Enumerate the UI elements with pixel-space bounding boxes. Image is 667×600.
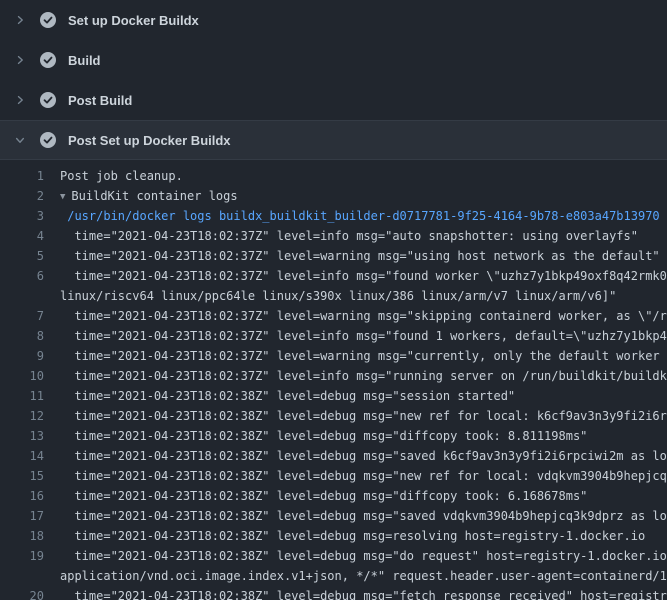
log-line: 20 time="2021-04-23T18:02:38Z" level=deb… (0, 586, 667, 600)
line-number[interactable]: 10 (16, 366, 44, 386)
line-number[interactable]: 5 (16, 246, 44, 266)
log-text: time="2021-04-23T18:02:38Z" level=debug … (60, 386, 515, 406)
line-number[interactable]: 12 (16, 406, 44, 426)
line-number[interactable]: 9 (16, 346, 44, 366)
log-line: 19 time="2021-04-23T18:02:38Z" level=deb… (0, 546, 667, 566)
line-number[interactable]: 1 (16, 166, 44, 186)
log-line: 18 time="2021-04-23T18:02:38Z" level=deb… (0, 526, 667, 546)
log-line: 2 ▼BuildKit container logs (0, 186, 667, 206)
log-line: 5 time="2021-04-23T18:02:37Z" level=warn… (0, 246, 667, 266)
line-number[interactable]: 4 (16, 226, 44, 246)
log-text: application/vnd.oci.image.index.v1+json,… (60, 566, 667, 586)
log-command-text: /usr/bin/docker logs buildx_buildkit_bui… (60, 206, 660, 226)
log-line: 6 time="2021-04-23T18:02:37Z" level=info… (0, 266, 667, 286)
check-circle-icon (40, 12, 56, 28)
log-line: 12 time="2021-04-23T18:02:38Z" level=deb… (0, 406, 667, 426)
log-line: 17 time="2021-04-23T18:02:38Z" level=deb… (0, 506, 667, 526)
log-line: 14 time="2021-04-23T18:02:38Z" level=deb… (0, 446, 667, 466)
log-line: 11 time="2021-04-23T18:02:38Z" level=deb… (0, 386, 667, 406)
line-number[interactable]: 16 (16, 486, 44, 506)
log-line: 9 time="2021-04-23T18:02:37Z" level=warn… (0, 346, 667, 366)
log-line: 16 time="2021-04-23T18:02:38Z" level=deb… (0, 486, 667, 506)
line-number[interactable]: 14 (16, 446, 44, 466)
log-text: ▼BuildKit container logs (60, 186, 238, 206)
line-number (16, 286, 44, 306)
step-title: Build (68, 53, 101, 68)
step-title: Set up Docker Buildx (68, 13, 199, 28)
log-text: time="2021-04-23T18:02:37Z" level=info m… (60, 326, 667, 346)
step-header-set-up-docker-buildx[interactable]: Set up Docker Buildx (0, 0, 667, 40)
chevron-right-icon (14, 94, 26, 106)
log-text: time="2021-04-23T18:02:37Z" level=warnin… (60, 346, 667, 366)
log-line: 4 time="2021-04-23T18:02:37Z" level=info… (0, 226, 667, 246)
steps-list: Set up Docker Buildx Build Post Build Po… (0, 0, 667, 160)
line-number[interactable]: 17 (16, 506, 44, 526)
log-text: time="2021-04-23T18:02:38Z" level=debug … (60, 406, 667, 426)
log-text: time="2021-04-23T18:02:38Z" level=debug … (60, 426, 587, 446)
log-text: Post job cleanup. (60, 166, 183, 186)
log-text: time="2021-04-23T18:02:37Z" level=warnin… (60, 306, 667, 326)
log-line: 7 time="2021-04-23T18:02:37Z" level=warn… (0, 306, 667, 326)
log-line: 15 time="2021-04-23T18:02:38Z" level=deb… (0, 466, 667, 486)
line-number[interactable]: 2 (16, 186, 44, 206)
line-number[interactable]: 13 (16, 426, 44, 446)
step-header-post-set-up-docker-buildx[interactable]: Post Set up Docker Buildx (0, 120, 667, 160)
log-line: 3 /usr/bin/docker logs buildx_buildkit_b… (0, 206, 667, 226)
log-lines: 1 Post job cleanup. 2 ▼BuildKit container l… (0, 160, 667, 600)
log-text: time="2021-04-23T18:02:38Z" level=debug … (60, 466, 667, 486)
check-circle-icon (40, 92, 56, 108)
line-number[interactable]: 11 (16, 386, 44, 406)
step-header-build[interactable]: Build (0, 40, 667, 80)
chevron-down-icon (14, 134, 26, 146)
log-line: 8 time="2021-04-23T18:02:37Z" level=info… (0, 326, 667, 346)
step-title: Post Build (68, 93, 132, 108)
group-toggle-icon[interactable]: ▼ (60, 187, 65, 206)
log-line: application/vnd.oci.image.index.v1+json,… (0, 566, 667, 586)
log-text: time="2021-04-23T18:02:38Z" level=debug … (60, 586, 667, 600)
log-text: linux/riscv64 linux/ppc64le linux/s390x … (60, 286, 616, 306)
log-text: time="2021-04-23T18:02:38Z" level=debug … (60, 446, 667, 466)
line-number[interactable]: 7 (16, 306, 44, 326)
chevron-right-icon (14, 54, 26, 66)
step-title: Post Set up Docker Buildx (68, 133, 231, 148)
log-text: time="2021-04-23T18:02:37Z" level=info m… (60, 266, 667, 286)
log-line: 1 Post job cleanup. (0, 166, 667, 186)
step-header-post-build[interactable]: Post Build (0, 80, 667, 120)
log-text: time="2021-04-23T18:02:37Z" level=warnin… (60, 246, 660, 266)
line-number[interactable]: 6 (16, 266, 44, 286)
line-number[interactable]: 18 (16, 526, 44, 546)
log-text: time="2021-04-23T18:02:37Z" level=info m… (60, 366, 667, 386)
check-circle-icon (40, 52, 56, 68)
log-line: 13 time="2021-04-23T18:02:38Z" level=deb… (0, 426, 667, 446)
line-number[interactable]: 8 (16, 326, 44, 346)
line-number (16, 566, 44, 586)
log-text: time="2021-04-23T18:02:38Z" level=debug … (60, 526, 645, 546)
line-number[interactable]: 19 (16, 546, 44, 566)
log-text: time="2021-04-23T18:02:37Z" level=info m… (60, 226, 638, 246)
log-text: time="2021-04-23T18:02:38Z" level=debug … (60, 546, 667, 566)
log-text: time="2021-04-23T18:02:38Z" level=debug … (60, 506, 667, 526)
log-text: time="2021-04-23T18:02:38Z" level=debug … (60, 486, 587, 506)
log-line: linux/riscv64 linux/ppc64le linux/s390x … (0, 286, 667, 306)
line-number[interactable]: 3 (16, 206, 44, 226)
log-line: 10 time="2021-04-23T18:02:37Z" level=inf… (0, 366, 667, 386)
check-circle-icon (40, 132, 56, 148)
chevron-right-icon (14, 14, 26, 26)
line-number[interactable]: 15 (16, 466, 44, 486)
line-number[interactable]: 20 (16, 586, 44, 600)
